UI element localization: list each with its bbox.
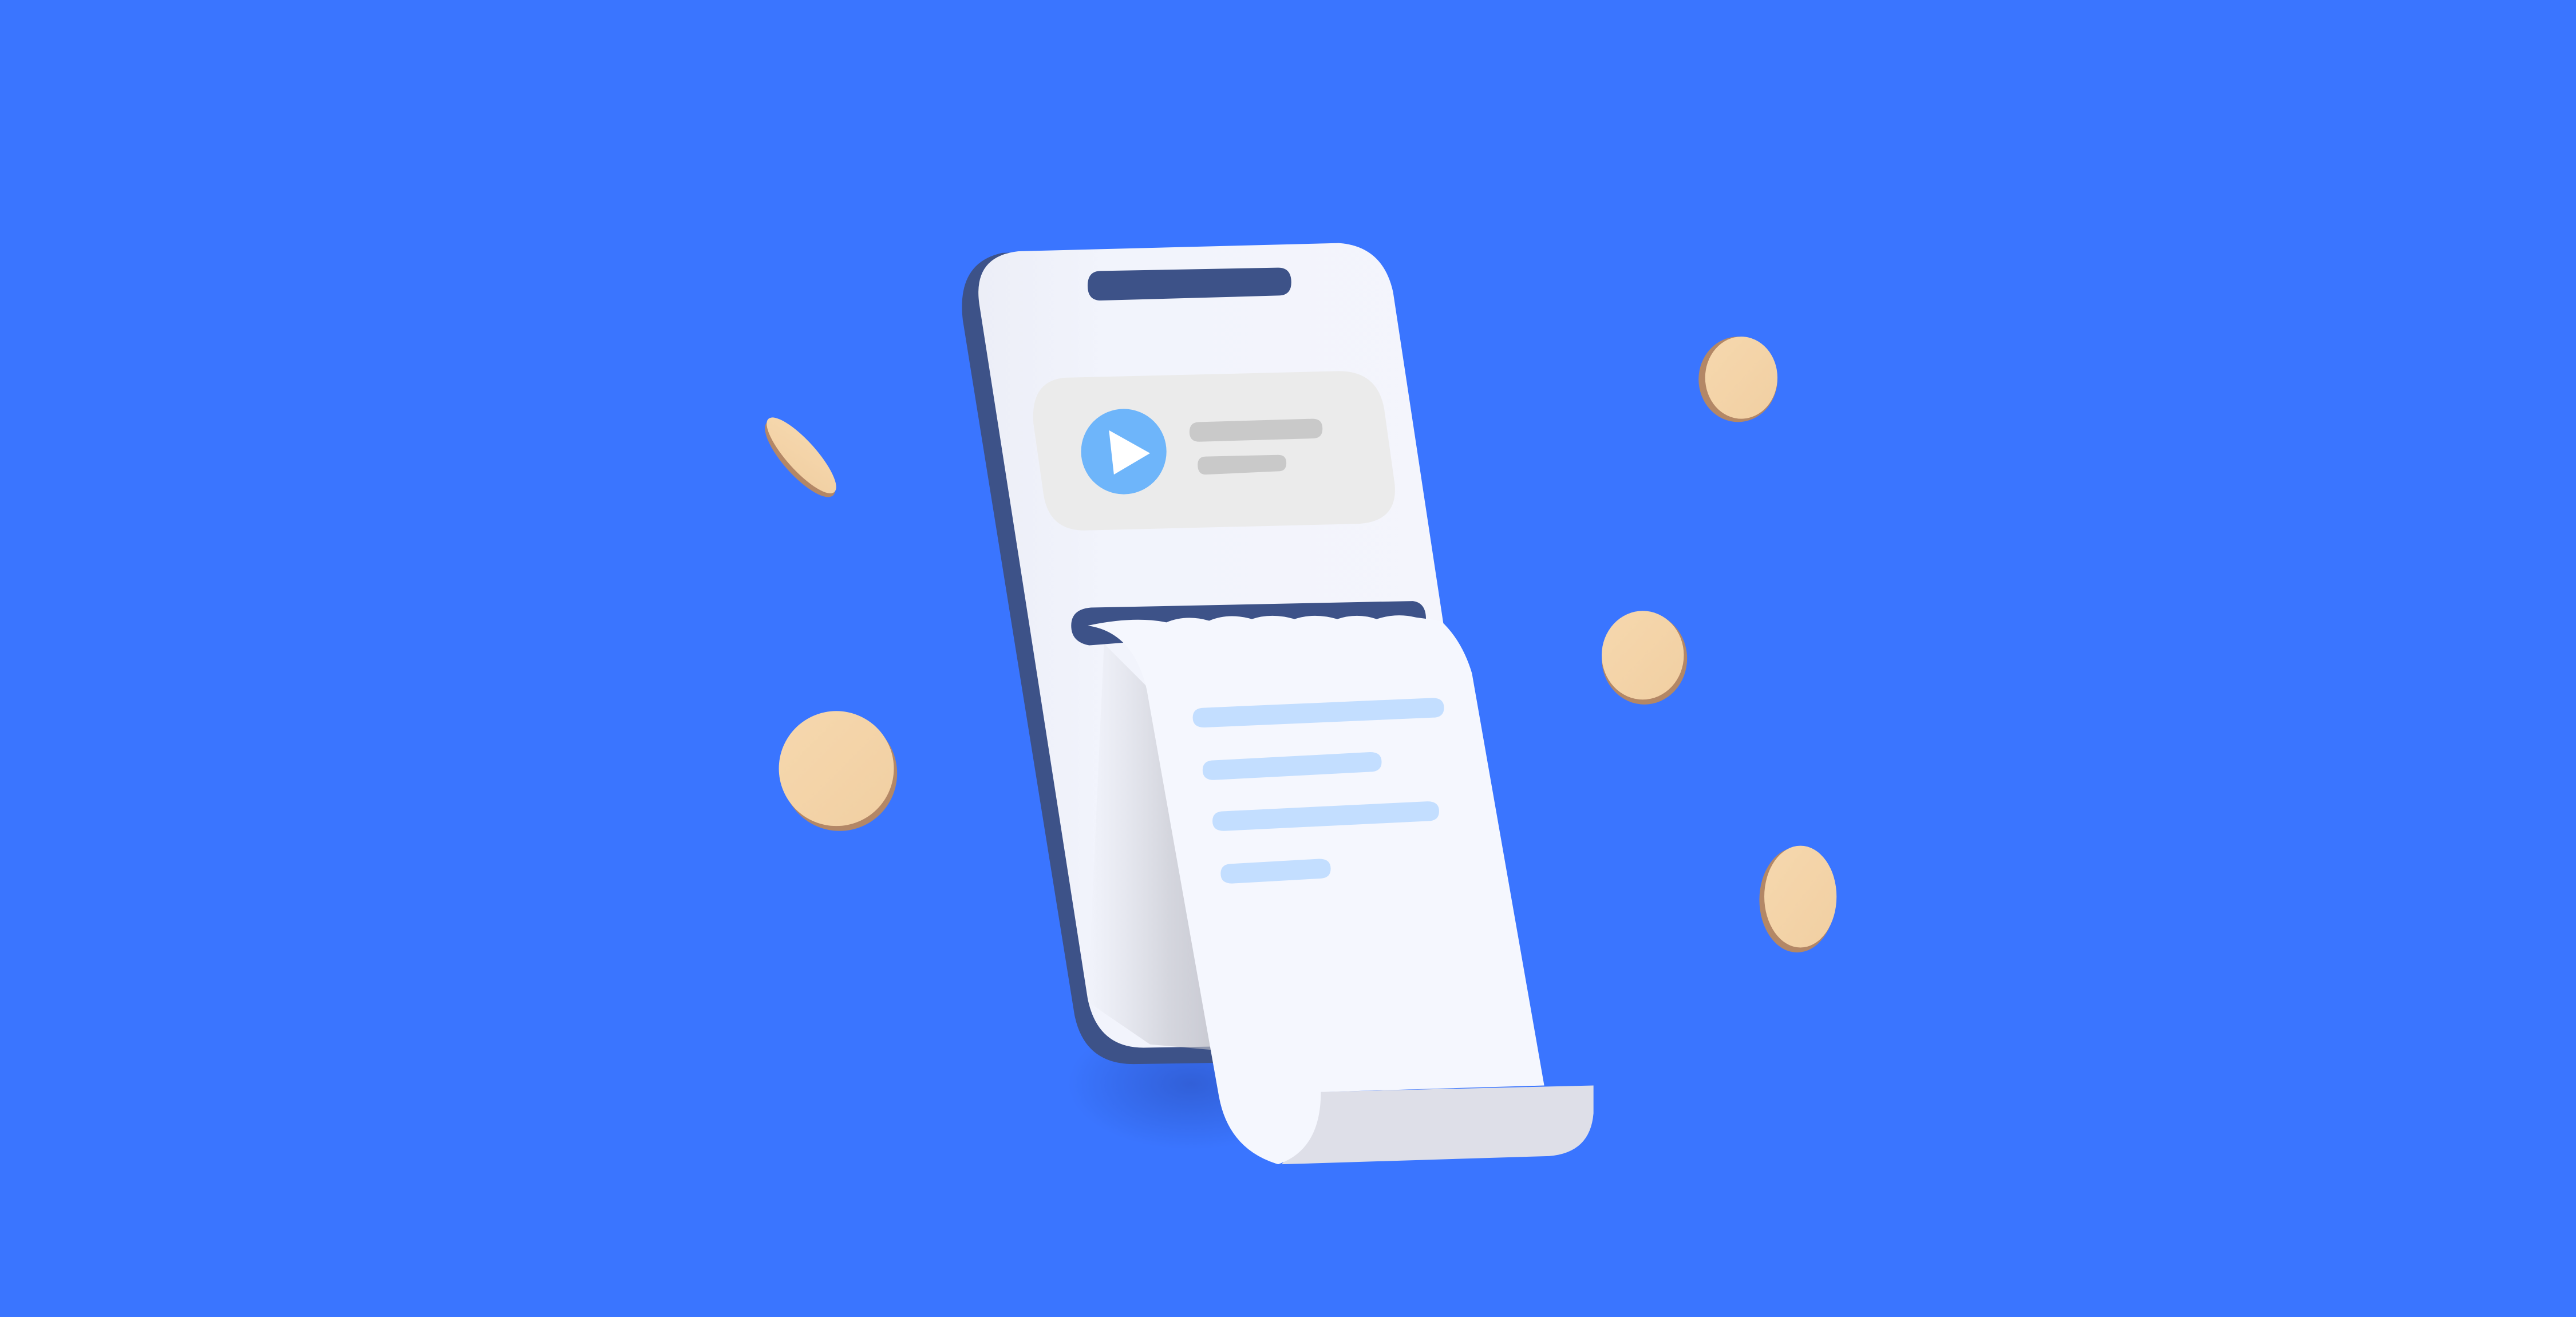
media-title-line <box>1189 418 1323 442</box>
play-button[interactable] <box>1081 409 1167 495</box>
receipt-curl-back <box>1281 1085 1594 1165</box>
coin <box>765 417 836 497</box>
coin <box>1698 337 1777 422</box>
coin <box>1601 611 1688 705</box>
phone-notch <box>1087 267 1291 301</box>
payment-receipt-illustration <box>765 243 1837 1165</box>
coin <box>1759 845 1837 953</box>
media-card <box>1033 371 1395 531</box>
illustration-scene <box>0 0 2576 1317</box>
coin <box>779 711 898 831</box>
